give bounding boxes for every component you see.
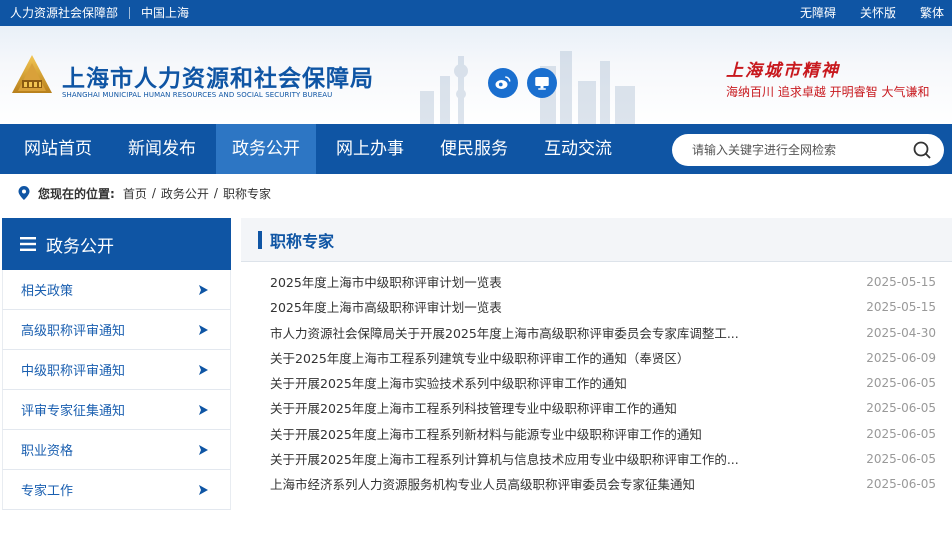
sidebar: 政务公开 相关政策 高级职称评审通知 中级职称评审通知 评审专家征集通知 职业资… xyxy=(2,218,231,510)
news-date: 2025-06-05 xyxy=(866,426,936,441)
traditional-chinese-link[interactable]: 繁体 xyxy=(920,0,944,26)
news-date: 2025-06-05 xyxy=(866,452,936,467)
city-spirit-text: 海纳百川 追求卓越 开明睿智 大气谦和 xyxy=(726,85,930,99)
sidebar-item-intermediate-title-notices[interactable]: 中级职称评审通知 xyxy=(2,350,231,390)
sidebar-item-label: 专家工作 xyxy=(21,484,74,499)
news-date: 2025-06-09 xyxy=(866,350,936,365)
pc-client-button[interactable] xyxy=(527,68,557,98)
section-title: 职称专家 xyxy=(270,231,335,251)
list-item: 关于开展2025年度上海市工程系列计算机与信息技术应用专业中级职称评审工作的..… xyxy=(241,447,952,472)
section-header: 职称专家 xyxy=(241,218,952,262)
nav-public-services[interactable]: 便民服务 xyxy=(424,124,524,174)
sidebar-item-label: 中级职称评审通知 xyxy=(21,364,126,379)
list-item: 关于2025年度上海市工程系列建筑专业中级职称评审工作的通知（奉贤区） 2025… xyxy=(241,346,952,371)
sidebar-item-label: 高级职称评审通知 xyxy=(21,324,126,339)
nav-online-services[interactable]: 网上办事 xyxy=(320,124,420,174)
nav-government-affairs[interactable]: 政务公开 xyxy=(216,124,316,174)
sidebar-title: 政务公开 xyxy=(46,236,114,257)
news-title-link[interactable]: 市人力资源社会保障局关于开展2025年度上海市高级职称评审委员会专家库调整工..… xyxy=(270,321,790,346)
list-item: 上海市经济系列人力资源服务机构专业人员高级职称评审委员会专家征集通知 2025-… xyxy=(241,472,952,497)
news-date: 2025-05-15 xyxy=(866,300,936,315)
sidebar-item-related-policies[interactable]: 相关政策 xyxy=(2,270,231,310)
nav-home[interactable]: 网站首页 xyxy=(8,124,108,174)
sidebar-item-expert-recruitment[interactable]: 评审专家征集通知 xyxy=(2,390,231,430)
list-item: 市人力资源社会保障局关于开展2025年度上海市高级职称评审委员会专家库调整工..… xyxy=(241,321,952,346)
breadcrumb-home[interactable]: 首页 xyxy=(123,185,147,202)
site-title[interactable]: 上海市人力资源和社会保障局 xyxy=(62,59,374,93)
main-navigation: 网站首页 新闻发布 政务公开 网上办事 便民服务 互动交流 xyxy=(0,124,952,174)
city-skyline-icon xyxy=(420,51,635,124)
sidebar-item-label: 相关政策 xyxy=(21,284,74,299)
search-icon[interactable] xyxy=(912,140,932,160)
arrow-right-icon xyxy=(199,285,208,295)
breadcrumb-separator: / xyxy=(213,186,218,200)
section-marker xyxy=(258,230,262,249)
weibo-icon xyxy=(495,76,511,89)
news-title-link[interactable]: 关于开展2025年度上海市工程系列新材料与能源专业中级职称评审工作的通知 xyxy=(270,422,790,447)
list-item: 2025年度上海市中级职称评审计划一览表 2025-05-15 xyxy=(241,270,952,295)
list-item: 关于开展2025年度上海市工程系列新材料与能源专业中级职称评审工作的通知 202… xyxy=(241,422,952,447)
main-content: 职称专家 2025年度上海市中级职称评审计划一览表 2025-05-15 202… xyxy=(241,218,952,528)
site-header: 上海市人力资源和社会保障局 SHANGHAI MUNICIPAL HUMAN R… xyxy=(0,26,952,124)
breadcrumb-current[interactable]: 职称专家 xyxy=(223,185,271,202)
news-date: 2025-06-05 xyxy=(866,477,936,492)
monitor-icon xyxy=(535,77,549,90)
city-spirit-title: 上海城市精神 xyxy=(726,61,840,81)
list-item: 2025年度上海市高级职称评审计划一览表 2025-05-15 xyxy=(241,295,952,320)
breadcrumb-separator: / xyxy=(151,186,156,200)
list-item: 关于开展2025年度上海市工程系列科技管理专业中级职称评审工作的通知 2025-… xyxy=(241,396,952,421)
location-pin-icon xyxy=(18,186,30,200)
arrow-right-icon xyxy=(199,365,208,375)
news-title-link[interactable]: 关于开展2025年度上海市实验技术系列中级职称评审工作的通知 xyxy=(270,371,790,396)
sidebar-item-expert-work[interactable]: 专家工作 xyxy=(2,470,231,510)
news-title-link[interactable]: 2025年度上海市高级职称评审计划一览表 xyxy=(270,295,790,320)
ministry-link[interactable]: 人力资源社会保障部 xyxy=(10,0,118,26)
topbar-left-links: 人力资源社会保障部 中国上海 xyxy=(10,0,189,26)
arrow-right-icon xyxy=(199,325,208,335)
bureau-emblem-icon[interactable] xyxy=(10,53,54,97)
news-date: 2025-04-30 xyxy=(866,325,936,340)
news-title-link[interactable]: 关于2025年度上海市工程系列建筑专业中级职称评审工作的通知（奉贤区） xyxy=(270,346,790,371)
news-title-link[interactable]: 上海市经济系列人力资源服务机构专业人员高级职称评审委员会专家征集通知 xyxy=(270,472,790,497)
news-title-link[interactable]: 关于开展2025年度上海市工程系列计算机与信息技术应用专业中级职称评审工作的..… xyxy=(270,447,790,472)
sidebar-item-senior-title-notices[interactable]: 高级职称评审通知 xyxy=(2,310,231,350)
news-date: 2025-05-15 xyxy=(866,275,936,289)
site-subtitle: SHANGHAI MUNICIPAL HUMAN RESOURCES AND S… xyxy=(62,91,333,99)
arrow-right-icon xyxy=(199,445,208,455)
topbar-right-links: 无障碍 关怀版 繁体 xyxy=(800,0,944,26)
arrow-right-icon xyxy=(199,485,208,495)
breadcrumb-government-affairs[interactable]: 政务公开 xyxy=(161,185,209,202)
nav-interaction[interactable]: 互动交流 xyxy=(528,124,628,174)
care-mode-link[interactable]: 关怀版 xyxy=(860,0,896,26)
weibo-button[interactable] xyxy=(488,68,518,98)
site-search xyxy=(672,134,944,166)
arrow-right-icon xyxy=(199,405,208,415)
breadcrumb-label: 您现在的位置: xyxy=(38,186,115,201)
news-list: 2025年度上海市中级职称评审计划一览表 2025-05-15 2025年度上海… xyxy=(241,270,952,498)
sidebar-item-label: 评审专家征集通知 xyxy=(21,404,126,419)
news-title-link[interactable]: 关于开展2025年度上海市工程系列科技管理专业中级职称评审工作的通知 xyxy=(270,396,790,421)
top-utility-bar: 人力资源社会保障部 中国上海 无障碍 关怀版 繁体 xyxy=(0,0,952,26)
topbar-divider xyxy=(129,7,131,19)
nav-news[interactable]: 新闻发布 xyxy=(112,124,212,174)
news-title-link[interactable]: 2025年度上海市中级职称评审计划一览表 xyxy=(270,270,790,295)
sidebar-item-vocational-qualifications[interactable]: 职业资格 xyxy=(2,430,231,470)
accessibility-link[interactable]: 无障碍 xyxy=(800,0,836,26)
news-date: 2025-06-05 xyxy=(866,401,936,416)
menu-icon xyxy=(20,237,36,251)
sidebar-item-label: 职业资格 xyxy=(21,444,74,459)
china-shanghai-link[interactable]: 中国上海 xyxy=(141,0,189,26)
news-date: 2025-06-05 xyxy=(866,376,936,391)
sidebar-header: 政务公开 xyxy=(2,218,231,270)
breadcrumb: 您现在的位置: 首页 / 政务公开 / 职称专家 xyxy=(18,184,271,202)
search-input[interactable] xyxy=(692,143,912,157)
list-item: 关于开展2025年度上海市实验技术系列中级职称评审工作的通知 2025-06-0… xyxy=(241,371,952,396)
